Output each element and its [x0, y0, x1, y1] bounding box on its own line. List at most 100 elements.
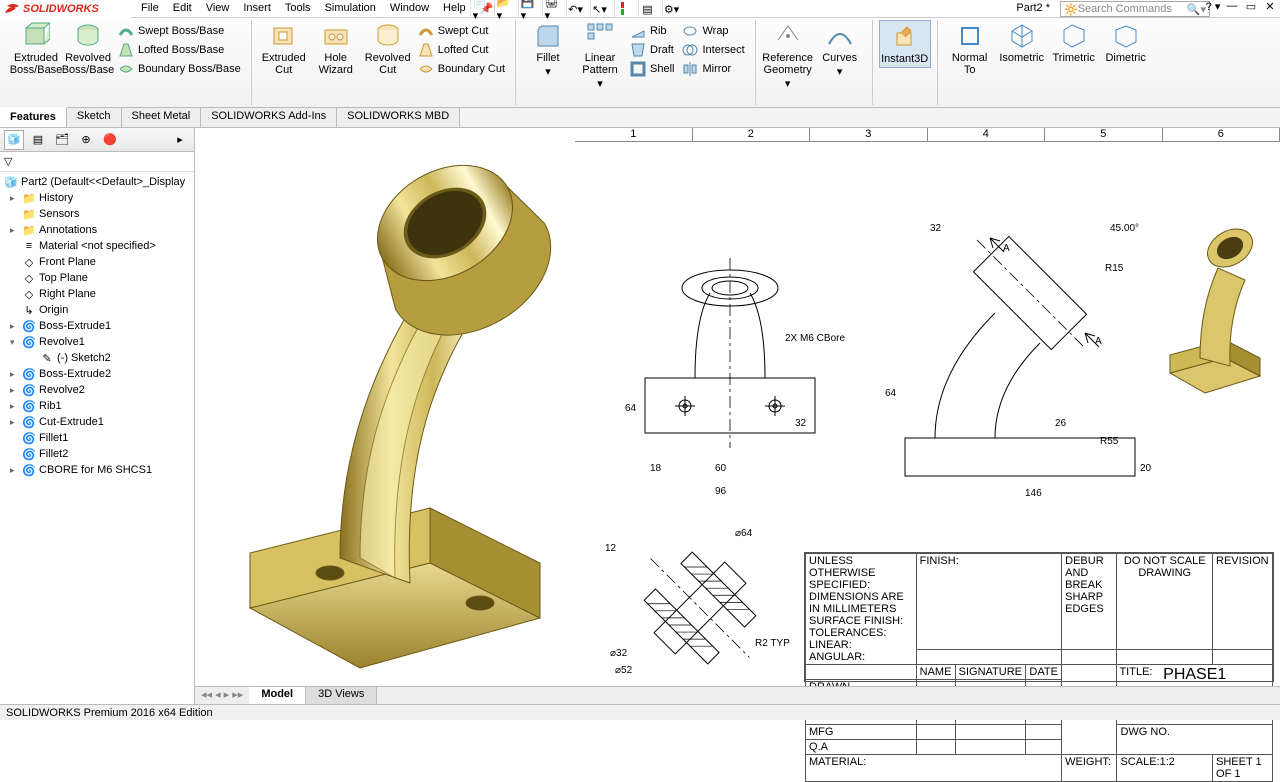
dim-d64: ⌀64 — [735, 528, 752, 539]
tree-item[interactable]: ▸🌀Boss-Extrude2 — [0, 366, 194, 382]
feature-icon: ✎ — [40, 351, 54, 365]
isometric-button[interactable]: Isometric — [996, 20, 1048, 66]
feature-icon: 🌀 — [22, 319, 36, 333]
dimetric-button[interactable]: Dimetric — [1100, 20, 1152, 66]
dim-cbore: 2X M6 CBore — [785, 333, 845, 344]
tree-item[interactable]: ▸📁History — [0, 190, 194, 206]
tab-mbd[interactable]: SOLIDWORKS MBD — [337, 108, 460, 127]
feature-tree: 🧊Part2 (Default<<Default>_Display ▸📁Hist… — [0, 172, 194, 480]
tree-root[interactable]: 🧊Part2 (Default<<Default>_Display — [0, 174, 194, 190]
close-icon[interactable]: ✕ — [1262, 0, 1278, 13]
menu-view[interactable]: View — [200, 0, 236, 17]
curves-button[interactable]: Curves▾ — [814, 20, 866, 80]
tab-sketch[interactable]: Sketch — [67, 108, 122, 127]
mirror-button[interactable]: Mirror — [678, 60, 748, 78]
tree-item[interactable]: ▸🌀Cut-Extrude1 — [0, 414, 194, 430]
tree-item[interactable]: ≡Material <not specified> — [0, 238, 194, 254]
filter-icon[interactable]: ▽ — [4, 155, 12, 168]
linear-pattern-button[interactable]: Linear Pattern▾ — [574, 20, 626, 92]
undo-icon[interactable]: ↶▾ — [566, 0, 584, 18]
swept-cut-button[interactable]: Swept Cut — [414, 22, 509, 40]
app-logo: SOLIDWORKS — [0, 0, 131, 18]
menu-window[interactable]: Window — [384, 0, 435, 17]
menu-simulation[interactable]: Simulation — [319, 0, 382, 17]
tree-item[interactable]: ▸🌀Revolve2 — [0, 382, 194, 398]
tree-item[interactable]: ▾🌀Revolve1 — [0, 334, 194, 350]
drawing-zone-ruler: 123456 — [575, 128, 1280, 142]
dim-18: 18 — [650, 463, 661, 474]
lofted-cut-button[interactable]: Lofted Cut — [414, 41, 509, 59]
help-icon[interactable]: ? ▾ — [1205, 0, 1221, 13]
tab-features[interactable]: Features — [0, 107, 67, 127]
tab-sheet-metal[interactable]: Sheet Metal — [122, 108, 202, 127]
boundary-boss-button[interactable]: Boundary Boss/Base — [114, 60, 245, 78]
options-list-icon[interactable]: ▤ — [638, 0, 656, 18]
minimize-icon[interactable]: — — [1224, 0, 1240, 13]
tree-item[interactable]: 📁Sensors — [0, 206, 194, 222]
feature-icon: ◇ — [22, 271, 36, 285]
feature-icon: ↳ — [22, 303, 36, 317]
feature-icon: ◇ — [22, 287, 36, 301]
fillet-button[interactable]: Fillet▾ — [522, 20, 574, 80]
lofted-boss-button[interactable]: Lofted Boss/Base — [114, 41, 245, 59]
tree-item[interactable]: ▸🌀Rib1 — [0, 398, 194, 414]
restore-icon[interactable]: ▭ — [1243, 0, 1259, 13]
swept-boss-button[interactable]: Swept Boss/Base — [114, 22, 245, 40]
dimxpert-tab-icon[interactable]: ⊕ — [76, 130, 96, 150]
normal-to-button[interactable]: Normal To — [944, 20, 996, 78]
viewtab-model[interactable]: Model — [249, 687, 306, 704]
search-input[interactable]: 🔆 Search Commands🔍▾ — [1060, 1, 1210, 17]
trimetric-button[interactable]: Trimetric — [1048, 20, 1100, 66]
tree-item[interactable]: 🌀Fillet2 — [0, 446, 194, 462]
shell-button[interactable]: Shell — [626, 60, 678, 78]
panel-expand-icon[interactable]: ▸ — [170, 130, 190, 150]
rib-button[interactable]: Rib — [626, 22, 678, 40]
graphics-viewport[interactable]: 123456 64 32 1 — [195, 128, 1280, 704]
draft-button[interactable]: Draft — [626, 41, 678, 59]
boundary-cut-button[interactable]: Boundary Cut — [414, 60, 509, 78]
revolved-cut-button[interactable]: Revolved Cut — [362, 20, 414, 78]
menu-insert[interactable]: Insert — [237, 0, 277, 17]
display-manager-tab-icon[interactable]: 🔴 — [100, 130, 120, 150]
dim-d32: ⌀32 — [610, 648, 627, 659]
extruded-boss-button[interactable]: Extruded Boss/Base — [10, 20, 62, 78]
new-icon[interactable]: 📄▾ — [470, 0, 488, 18]
feature-icon: 🌀 — [22, 415, 36, 429]
dim-64: 64 — [625, 403, 636, 414]
settings-icon[interactable]: ⚙▾ — [662, 0, 680, 18]
tree-item[interactable]: ◇Right Plane — [0, 286, 194, 302]
print-icon[interactable]: 🖨▾ — [542, 0, 560, 18]
instant3d-button[interactable]: Instant3D — [879, 20, 931, 68]
menu-file[interactable]: File — [135, 0, 165, 17]
revolved-boss-button[interactable]: Revolved Boss/Base — [62, 20, 114, 78]
menu-tools[interactable]: Tools — [279, 0, 317, 17]
part-icon: 🧊 — [4, 175, 18, 189]
configuration-tab-icon[interactable]: 🗂 — [52, 130, 72, 150]
select-icon[interactable]: ↖▾ — [590, 0, 608, 18]
feature-icon: 🌀 — [22, 431, 36, 445]
property-manager-tab-icon[interactable]: ▤ — [28, 130, 48, 150]
feature-tree-tab-icon[interactable]: 🧊 — [4, 130, 24, 150]
dim-20: 20 — [1140, 463, 1151, 474]
extruded-cut-button[interactable]: Extruded Cut — [258, 20, 310, 78]
dim-side64: 64 — [885, 388, 896, 399]
tab-addins[interactable]: SOLIDWORKS Add-Ins — [201, 108, 337, 127]
tree-item[interactable]: ▸🌀CBORE for M6 SHCS1 — [0, 462, 194, 478]
menu-help[interactable]: Help — [437, 0, 472, 17]
tree-item[interactable]: ▸🌀Boss-Extrude1 — [0, 318, 194, 334]
hole-wizard-button[interactable]: Hole Wizard — [310, 20, 362, 78]
rebuild-icon[interactable] — [614, 0, 632, 18]
tree-item[interactable]: ◇Front Plane — [0, 254, 194, 270]
tree-item[interactable]: 🌀Fillet1 — [0, 430, 194, 446]
save-icon[interactable]: 💾▾ — [518, 0, 536, 18]
tree-item[interactable]: ✎(-) Sketch2 — [0, 350, 194, 366]
reference-geometry-button[interactable]: Reference Geometry▾ — [762, 20, 814, 92]
menu-edit[interactable]: Edit — [167, 0, 198, 17]
tree-item[interactable]: ↳Origin — [0, 302, 194, 318]
open-icon[interactable]: 📂▾ — [494, 0, 512, 18]
intersect-button[interactable]: Intersect — [678, 41, 748, 59]
tree-item[interactable]: ▸📁Annotations — [0, 222, 194, 238]
tree-item[interactable]: ◇Top Plane — [0, 270, 194, 286]
viewtab-3dviews[interactable]: 3D Views — [306, 687, 377, 704]
wrap-button[interactable]: Wrap — [678, 22, 748, 40]
